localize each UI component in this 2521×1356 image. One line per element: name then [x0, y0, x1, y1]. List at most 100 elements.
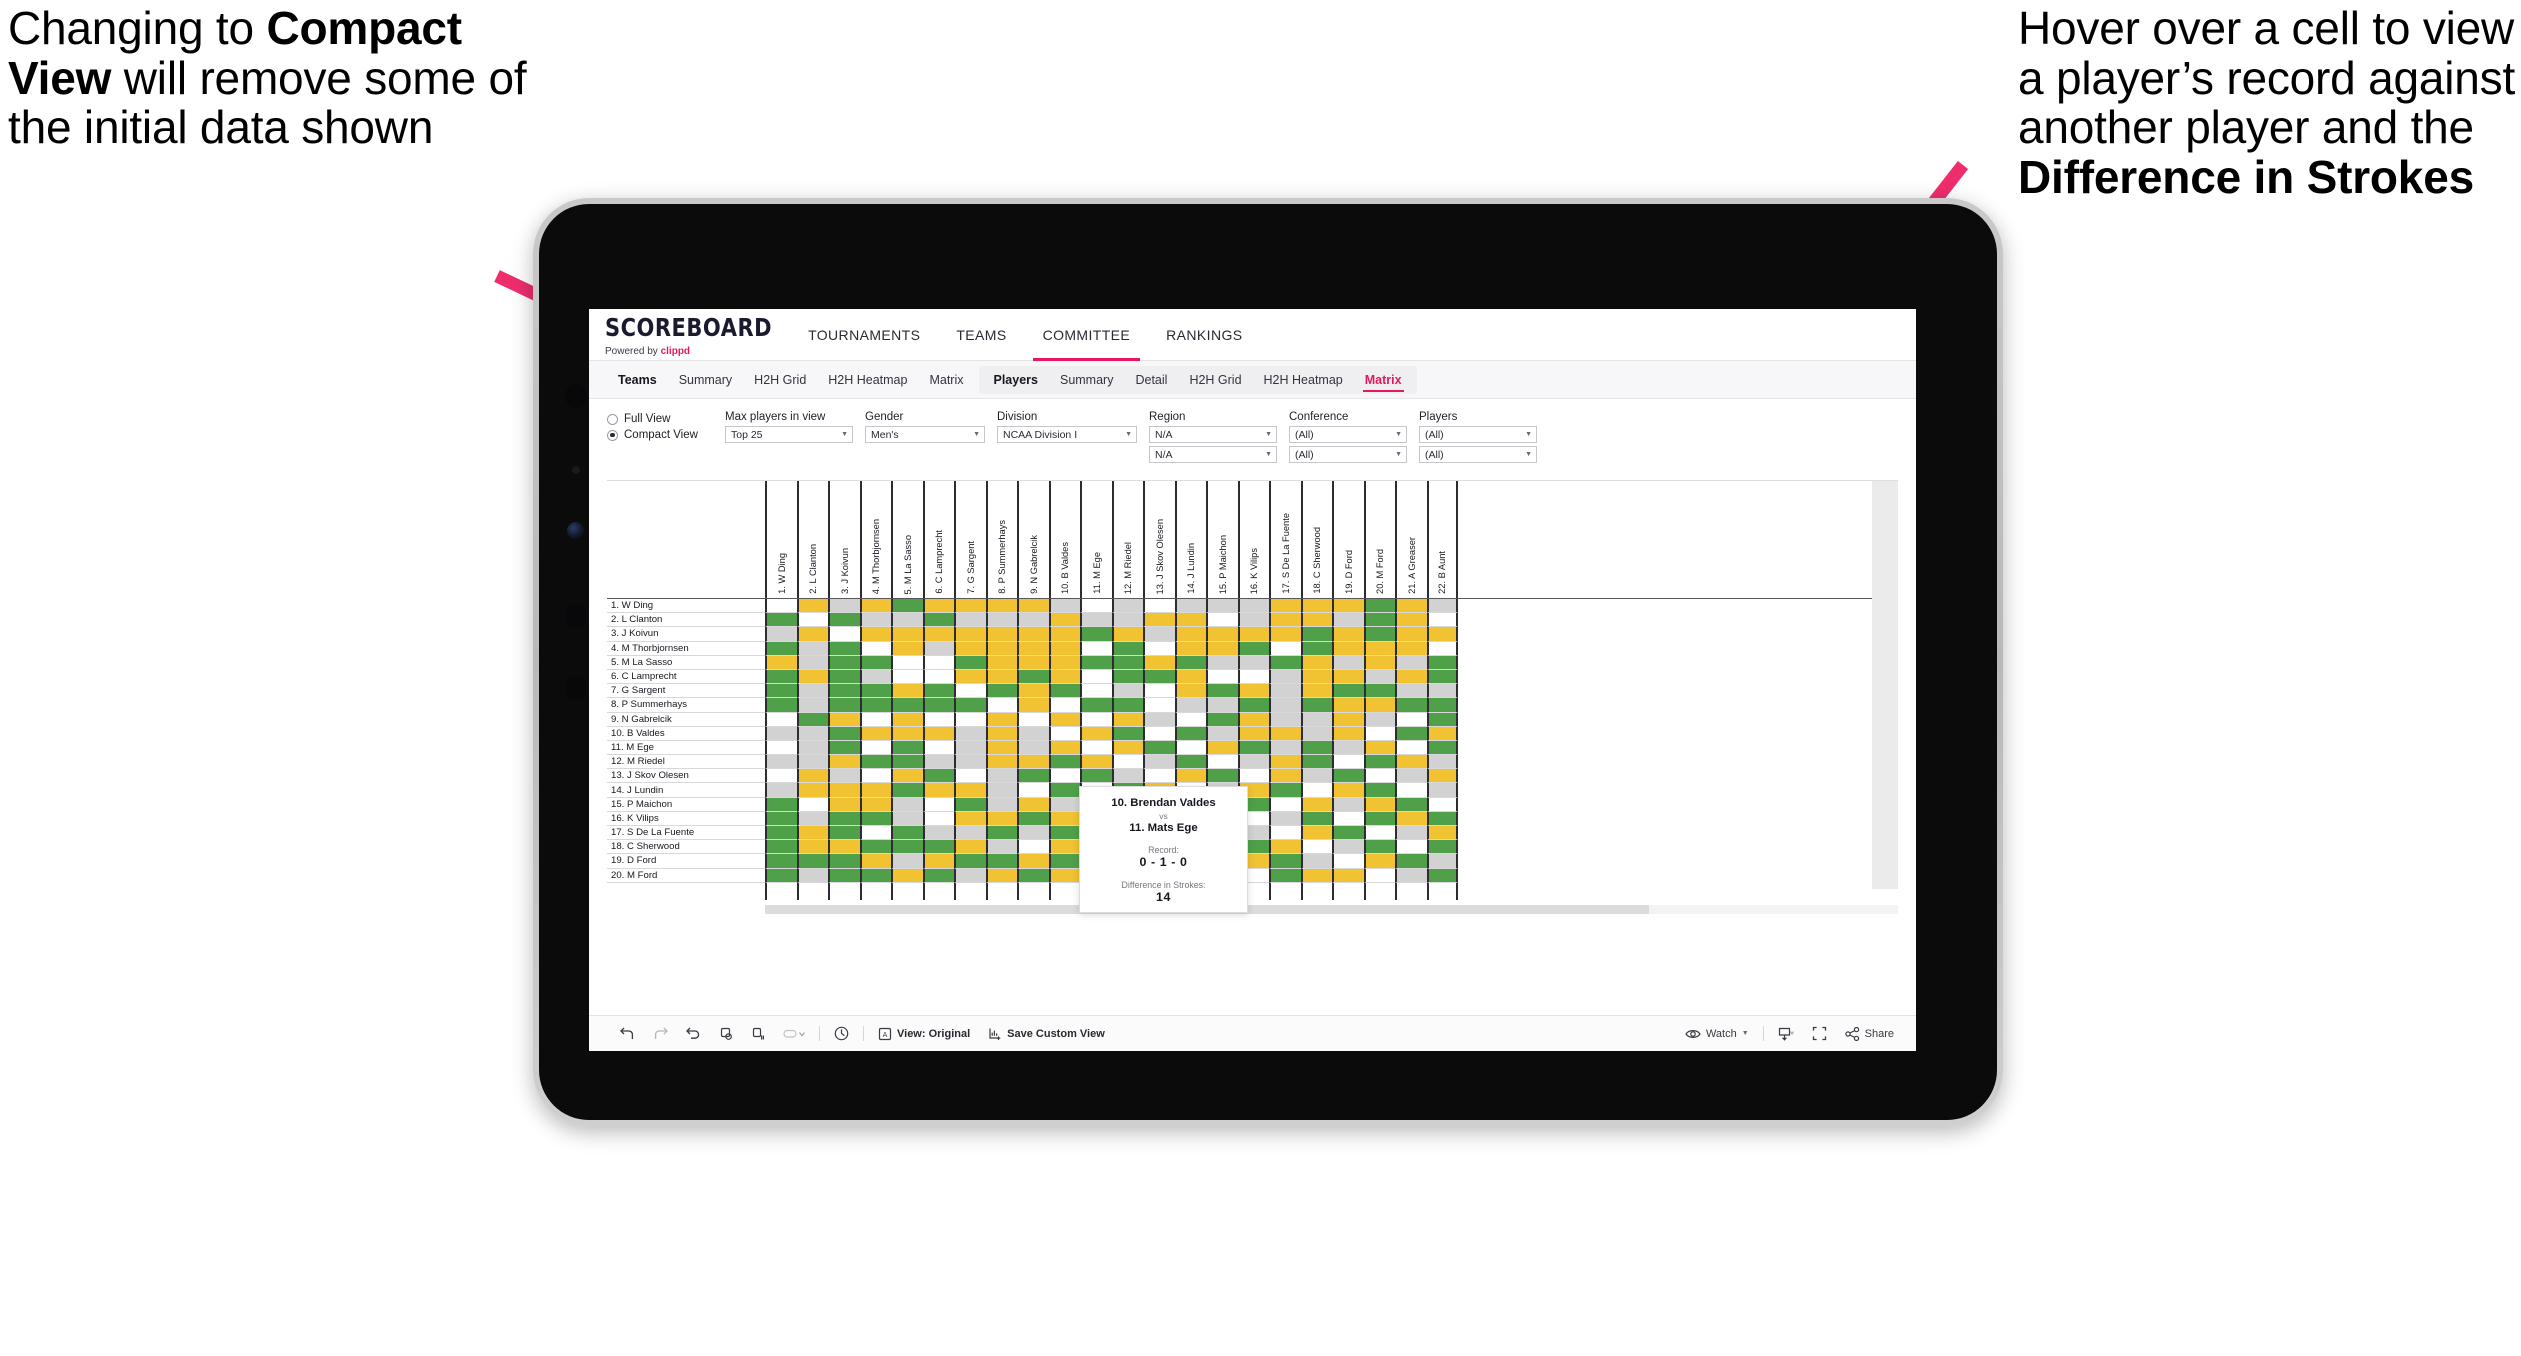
matrix-cell[interactable]	[891, 698, 923, 713]
matrix-cell[interactable]	[1363, 826, 1395, 841]
matrix-cell[interactable]	[1426, 797, 1458, 812]
matrix-cell[interactable]	[859, 712, 891, 727]
matrix-cell[interactable]	[1143, 669, 1175, 685]
matrix-cell[interactable]	[1269, 783, 1301, 798]
matrix-cell[interactable]	[1300, 797, 1332, 812]
matrix-cell[interactable]	[828, 797, 860, 812]
matrix-cell[interactable]	[1206, 613, 1238, 628]
matrix-cell[interactable]	[1395, 769, 1427, 784]
matrix-cell[interactable]	[1363, 811, 1395, 826]
matrix-cell[interactable]	[1174, 669, 1206, 685]
matrix-cell[interactable]	[1206, 684, 1238, 699]
matrix-cell[interactable]	[1048, 627, 1080, 642]
matrix-cell[interactable]	[1332, 783, 1364, 798]
matrix-cell[interactable]	[1080, 740, 1112, 756]
matrix-cell[interactable]	[1017, 613, 1049, 628]
matrix-cell[interactable]	[1395, 613, 1427, 628]
matrix-cell[interactable]	[922, 655, 954, 670]
matrix-cell[interactable]	[1237, 684, 1269, 699]
matrix-cell[interactable]	[1395, 854, 1427, 869]
matrix-cell[interactable]	[765, 811, 797, 826]
matrix-cell[interactable]	[1080, 698, 1112, 713]
matrix-cell[interactable]	[1300, 740, 1332, 756]
matrix-cell[interactable]	[954, 826, 986, 841]
matrix-cell[interactable]	[765, 599, 797, 614]
matrix-cell[interactable]	[796, 769, 828, 784]
matrix-cell[interactable]	[1080, 627, 1112, 642]
matrix-cell[interactable]	[1363, 783, 1395, 798]
matrix-cell[interactable]	[954, 613, 986, 628]
matrix-cell[interactable]	[1426, 712, 1458, 727]
matrix-cell[interactable]	[985, 783, 1017, 798]
matrix-cell[interactable]	[1395, 684, 1427, 699]
matrix-cell[interactable]	[1048, 698, 1080, 713]
matrix-cell[interactable]	[796, 740, 828, 756]
matrix-cell[interactable]	[828, 826, 860, 841]
matrix-cell[interactable]	[1269, 811, 1301, 826]
matrix-cell[interactable]	[1048, 613, 1080, 628]
download-button[interactable]	[1769, 1027, 1803, 1041]
matrix-cell[interactable]	[1269, 726, 1301, 741]
matrix-cell[interactable]	[1048, 712, 1080, 727]
matrix-cell[interactable]	[859, 740, 891, 756]
matrix-cell[interactable]	[891, 684, 923, 699]
matrix-cell[interactable]	[1363, 641, 1395, 656]
matrix-cell[interactable]	[828, 811, 860, 826]
matrix-cell[interactable]	[922, 868, 954, 883]
matrix-cell[interactable]	[1017, 599, 1049, 614]
matrix-cell[interactable]	[1111, 599, 1143, 614]
subnav-teams[interactable]: Teams	[607, 366, 668, 394]
matrix-cell[interactable]	[1300, 613, 1332, 628]
matrix-cell[interactable]	[1143, 740, 1175, 756]
matrix-cell[interactable]	[1363, 684, 1395, 699]
matrix-cell[interactable]	[1174, 641, 1206, 656]
matrix-cell[interactable]	[1269, 755, 1301, 770]
matrix-cell[interactable]	[765, 868, 797, 883]
matrix-cell[interactable]	[1363, 726, 1395, 741]
matrix-cell[interactable]	[1332, 698, 1364, 713]
matrix-cell[interactable]	[1300, 599, 1332, 614]
matrix-cell[interactable]	[828, 613, 860, 628]
view-original-button[interactable]: A View: Original	[869, 1027, 979, 1041]
matrix-cell[interactable]	[828, 854, 860, 869]
matrix-cell[interactable]	[1426, 641, 1458, 656]
matrix-cell[interactable]	[859, 854, 891, 869]
matrix-cell[interactable]	[922, 613, 954, 628]
matrix-cell[interactable]	[1174, 740, 1206, 756]
matrix-cell[interactable]	[1300, 811, 1332, 826]
matrix-cell[interactable]	[796, 755, 828, 770]
matrix-cell[interactable]	[954, 684, 986, 699]
matrix-cell[interactable]	[1395, 641, 1427, 656]
matrix-cell[interactable]	[1300, 655, 1332, 670]
matrix-cell[interactable]	[796, 684, 828, 699]
undo-button[interactable]	[611, 1027, 644, 1040]
matrix-cell[interactable]	[1143, 655, 1175, 670]
matrix-cell[interactable]	[1017, 698, 1049, 713]
matrix-cell[interactable]	[1332, 655, 1364, 670]
matrix-cell[interactable]	[1332, 868, 1364, 883]
matrix-cell[interactable]	[1174, 627, 1206, 642]
matrix-cell[interactable]	[1206, 755, 1238, 770]
matrix-cell[interactable]	[891, 627, 923, 642]
matrix-cell[interactable]	[828, 755, 860, 770]
matrix-cell[interactable]	[1269, 840, 1301, 855]
matrix-cell[interactable]	[1174, 755, 1206, 770]
matrix-cell[interactable]	[1237, 655, 1269, 670]
matrix-cell[interactable]	[765, 641, 797, 656]
matrix-cell[interactable]	[954, 669, 986, 685]
matrix-cell[interactable]	[828, 641, 860, 656]
filter-players-select[interactable]: (All) ▼	[1419, 426, 1537, 443]
matrix-cell[interactable]	[1206, 712, 1238, 727]
matrix-cell[interactable]	[1269, 868, 1301, 883]
matrix-cell[interactable]	[1363, 740, 1395, 756]
matrix-cell[interactable]	[1143, 712, 1175, 727]
matrix-cell[interactable]	[922, 740, 954, 756]
radio-compact-view[interactable]: Compact View	[607, 429, 725, 441]
filter-players-select-2[interactable]: (All) ▼	[1419, 446, 1537, 463]
matrix-cell[interactable]	[985, 769, 1017, 784]
matrix-cell[interactable]	[891, 599, 923, 614]
matrix-cell[interactable]	[1300, 755, 1332, 770]
matrix-cell[interactable]	[954, 783, 986, 798]
matrix-cell[interactable]	[1048, 868, 1080, 883]
matrix-cell[interactable]	[1237, 769, 1269, 784]
